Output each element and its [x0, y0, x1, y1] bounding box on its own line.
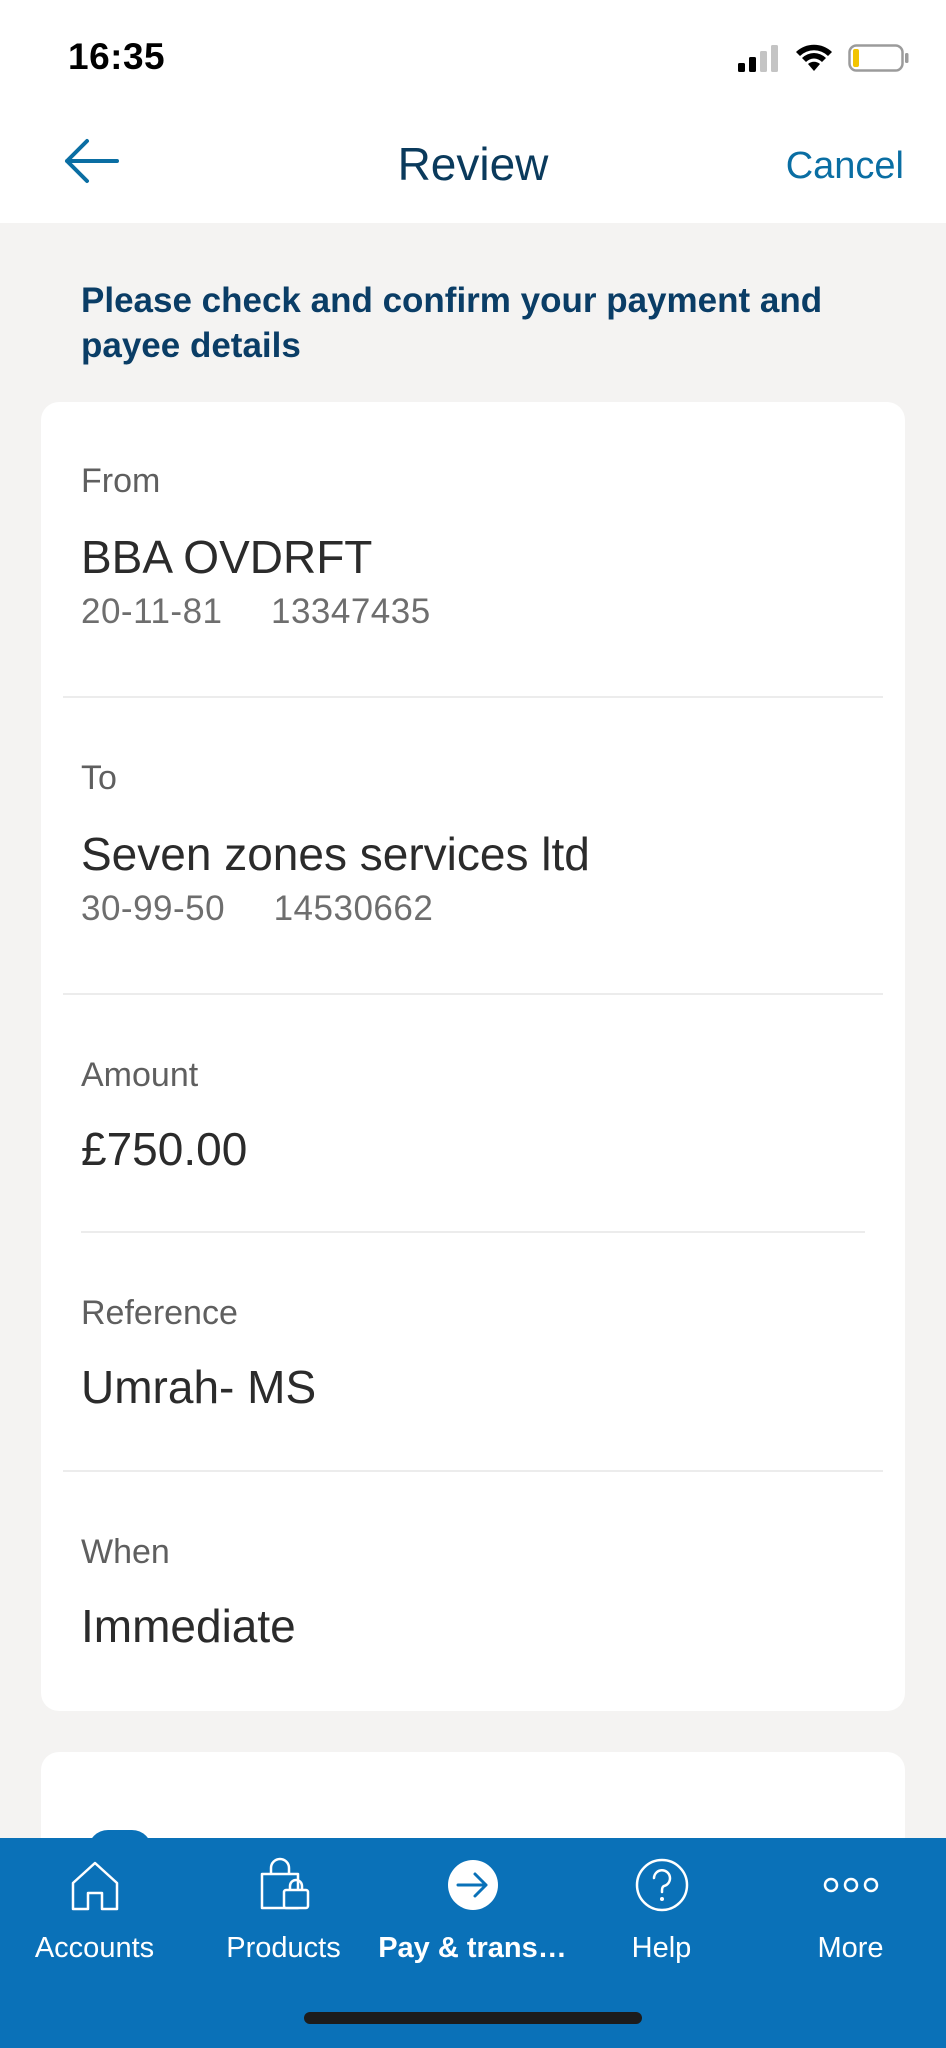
- tab-label: More: [817, 1932, 884, 1964]
- instruction-text: Please check and confirm your payment an…: [81, 281, 823, 365]
- tab-help[interactable]: Help: [567, 1838, 756, 1988]
- arrow-circle-icon: [438, 1852, 508, 1918]
- amount-label: Amount: [81, 1056, 199, 1094]
- tab-label: Help: [631, 1932, 692, 1964]
- payee-account-details: 30-99-50 14530662: [81, 889, 433, 929]
- payee-account-number: 14530662: [273, 889, 434, 928]
- to-label: To: [81, 759, 117, 797]
- tab-accounts[interactable]: Accounts: [0, 1838, 189, 1988]
- when-value: Immediate: [81, 1600, 296, 1652]
- wifi-icon: [794, 43, 834, 78]
- payee-sort-code: 30-99-50: [81, 889, 226, 928]
- tab-more[interactable]: More: [756, 1838, 945, 1988]
- payment-review-screen: 16:35 Review Cancel Please check and con…: [0, 0, 946, 2048]
- status-time: 16:35: [68, 36, 166, 77]
- tab-products[interactable]: Products: [189, 1838, 378, 1988]
- battery-icon: [848, 43, 910, 78]
- tab-pay-and-transfer[interactable]: Pay & trans…: [378, 1838, 567, 1988]
- nav-header: Review Cancel: [0, 115, 946, 223]
- divider: [81, 1231, 865, 1233]
- tab-label: Accounts: [34, 1932, 155, 1964]
- cellular-signal-icon: [736, 43, 780, 78]
- cancel-button[interactable]: Cancel: [786, 145, 904, 188]
- from-account-number: 13347435: [270, 592, 431, 631]
- status-bar: 16:35: [0, 0, 946, 115]
- shopping-bag-icon: [249, 1852, 319, 1918]
- amount-value: £750.00: [81, 1123, 248, 1175]
- home-indicator[interactable]: [304, 2012, 642, 2024]
- payee-name: Seven zones services ltd: [81, 828, 590, 880]
- home-icon: [60, 1852, 130, 1918]
- from-account-name: BBA OVDRFT: [81, 531, 373, 583]
- tab-label: Products: [226, 1932, 341, 1964]
- from-account-details: 20-11-81 13347435: [81, 592, 431, 632]
- divider: [63, 993, 883, 995]
- tab-label: Pay & trans…: [378, 1932, 567, 1964]
- reference-label: Reference: [81, 1294, 238, 1332]
- reference-value: Umrah- MS: [81, 1361, 317, 1413]
- question-circle-icon: [627, 1852, 697, 1918]
- status-icons: [736, 40, 910, 80]
- divider: [63, 696, 883, 698]
- divider: [63, 1470, 883, 1472]
- from-label: From: [81, 462, 161, 500]
- from-sort-code: 20-11-81: [81, 592, 223, 631]
- when-label: When: [81, 1533, 170, 1571]
- payment-details-card: From BBA OVDRFT 20-11-81 13347435 To Sev…: [41, 402, 905, 1711]
- ellipsis-icon: [816, 1852, 886, 1918]
